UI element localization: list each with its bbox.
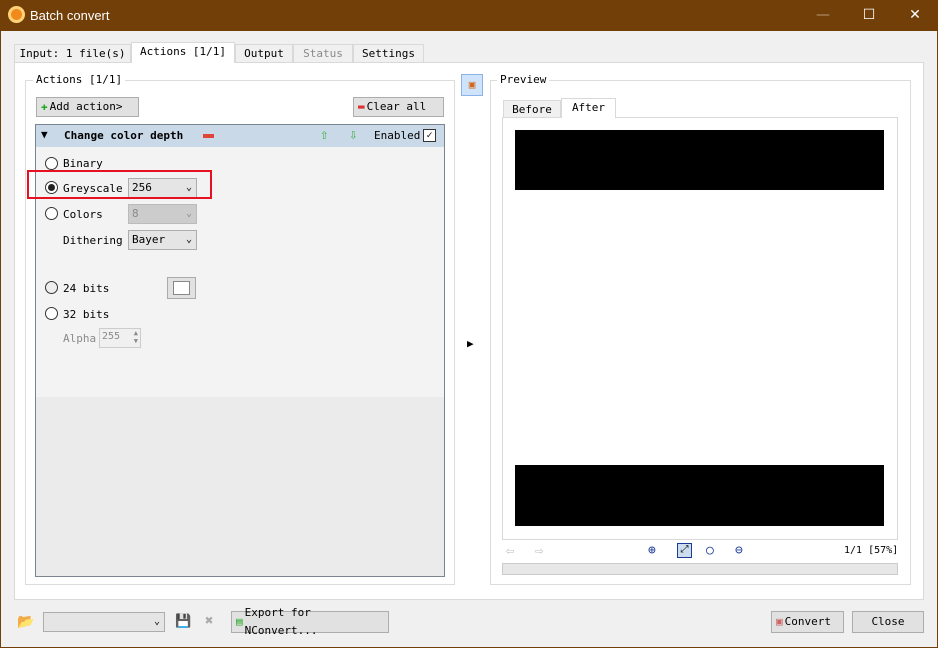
colors-value: 8 <box>132 207 139 220</box>
tab-settings[interactable]: Settings <box>353 44 424 62</box>
title-bar: Batch convert — ☐ ✕ <box>0 0 938 31</box>
dithering-value: Bayer <box>132 233 166 246</box>
24-bits-label: 24 bits <box>63 282 110 295</box>
preview-toggle-icon[interactable]: ▣ <box>461 74 483 96</box>
alpha-label: Alpha <box>63 332 97 345</box>
tab-status[interactable]: Status <box>293 44 353 62</box>
app-logo-icon <box>8 6 25 23</box>
remove-action-icon[interactable] <box>203 134 214 138</box>
convert-icon: ▣ <box>776 615 783 628</box>
window-title: Batch convert <box>30 8 110 23</box>
maximize-button[interactable]: ☐ <box>846 0 892 31</box>
previous-icon[interactable]: ⇦ <box>506 543 514 559</box>
move-up-icon[interactable]: ⇧ <box>320 127 328 143</box>
preset-select[interactable]: ⌄ <box>43 612 165 632</box>
preview-image <box>502 117 898 540</box>
export-icon: ▤ <box>236 615 243 628</box>
dithering-select[interactable]: Bayer ⌄ <box>128 230 197 250</box>
colors-label: Colors <box>63 208 103 221</box>
32-bits-radio[interactable] <box>45 307 58 320</box>
clear-all-button[interactable]: ▬ Clear all <box>353 97 444 117</box>
save-icon[interactable]: 💾 <box>175 614 191 629</box>
spinner-arrows-icon[interactable]: ▲ ▼ <box>134 329 138 345</box>
alpha-value: 255 <box>102 331 121 342</box>
export-label: Export for NConvert... <box>244 606 318 637</box>
add-action-button[interactable]: ✚ Add action> <box>36 97 139 117</box>
image-bottom-band <box>515 465 884 526</box>
expand-arrow-icon[interactable]: ▶ <box>467 337 474 350</box>
fit-icon[interactable]: ⤢ <box>677 543 692 558</box>
action-header[interactable]: ▼ Change color depth ⇧ ⇩ Enabled ✓ <box>36 125 444 147</box>
binary-label: Binary <box>63 157 103 170</box>
convert-button[interactable]: ▣ Convert <box>771 611 844 633</box>
move-down-icon[interactable]: ⇩ <box>349 127 357 143</box>
zoom-out-icon[interactable]: ⊖ <box>735 543 743 558</box>
remove-icon: ▬ <box>358 100 365 113</box>
zoom-actual-icon[interactable]: ○ <box>706 543 714 558</box>
convert-label: Convert <box>784 615 831 628</box>
preview-scrollbar[interactable] <box>502 563 898 575</box>
actions-group-label: Actions [1/1] <box>33 73 126 86</box>
next-icon[interactable]: ⇨ <box>535 543 543 559</box>
clear-all-label: Clear all <box>366 100 427 113</box>
add-action-label: Add action> <box>49 100 123 113</box>
colors-select[interactable]: 8 ⌄ <box>128 204 197 224</box>
close-button[interactable]: Close <box>852 611 924 633</box>
color-picker-button[interactable] <box>167 277 196 299</box>
close-label: Close <box>871 615 905 628</box>
enabled-checkbox[interactable]: ✓ <box>423 129 436 142</box>
tab-output[interactable]: Output <box>235 44 293 62</box>
open-folder-icon[interactable]: 📂 <box>17 614 34 630</box>
32-bits-label: 32 bits <box>63 308 110 321</box>
enabled-label: Enabled <box>374 129 421 142</box>
close-window-button[interactable]: ✕ <box>892 0 938 31</box>
dithering-label: Dithering <box>63 234 123 247</box>
tab-after[interactable]: After <box>561 98 616 118</box>
image-top-band <box>515 130 884 190</box>
export-nconvert-button[interactable]: ▤ Export for NConvert... <box>231 606 389 637</box>
minimize-button[interactable]: — <box>800 0 846 31</box>
add-icon: ✚ <box>41 100 48 113</box>
tab-actions[interactable]: Actions [1/1] <box>131 42 235 63</box>
zoom-in-icon[interactable]: ⊕ <box>648 543 656 558</box>
highlight-box <box>27 170 212 199</box>
colors-radio[interactable] <box>45 207 58 220</box>
action-title: Change color depth <box>64 129 184 142</box>
tab-input[interactable]: Input: 1 file(s) <box>14 44 131 62</box>
collapse-icon[interactable]: ▼ <box>41 128 48 141</box>
tab-before[interactable]: Before <box>503 100 561 118</box>
alpha-spinner[interactable]: 255 ▲ ▼ <box>99 328 141 348</box>
chevron-down-icon: ⌄ <box>153 616 160 627</box>
color-swatch <box>173 281 190 295</box>
page-info: 1/1 [57%] <box>844 545 899 556</box>
binary-radio[interactable] <box>45 157 58 170</box>
delete-icon[interactable]: ✖ <box>205 613 213 629</box>
chevron-down-icon: ⌄ <box>185 208 192 219</box>
chevron-down-icon: ⌄ <box>185 234 192 245</box>
24-bits-radio[interactable] <box>45 281 58 294</box>
preview-group-label: Preview <box>497 73 550 86</box>
